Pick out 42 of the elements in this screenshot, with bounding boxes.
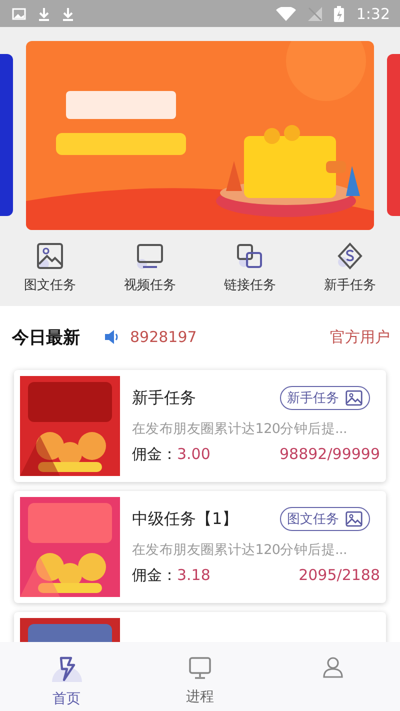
- image-icon: [345, 510, 363, 528]
- task-card[interactable]: 新手任务 新手任务 在发布朋友圈累计达120分钟后提... 佣金：3.00 98892/99999: [14, 370, 386, 482]
- task-title: 中级任务【1】: [132, 508, 238, 530]
- progress-count: 2095/2188: [298, 566, 380, 584]
- speaker-icon: [104, 329, 120, 345]
- announcement-text: 8928197: [130, 328, 197, 346]
- commission-label: 佣金：: [132, 566, 177, 584]
- task-description: 在发布朋友圈累计达120分钟后提...: [132, 541, 348, 559]
- task-tag: 新手任务: [280, 386, 370, 410]
- tab[interactable]: 首页: [0, 642, 134, 711]
- clock: 1:32: [356, 4, 390, 22]
- download-icon: [38, 6, 50, 20]
- commission-label: 佣金：: [132, 445, 177, 463]
- category-button[interactable]: 链接任务: [210, 242, 290, 294]
- download-icon: [62, 6, 74, 20]
- commission-value: 3.18: [177, 566, 210, 584]
- task-card[interactable]: 中级任务【1】 图文任务 在发布朋友圈累计达120分钟后提... 佣金：3.18 2095/2188: [14, 491, 386, 603]
- category-button[interactable]: 新手任务: [310, 242, 390, 294]
- monitor-icon: [136, 242, 164, 270]
- no-signal-icon: [308, 6, 322, 20]
- banner-preview[interactable]: [0, 54, 13, 216]
- tab[interactable]: 进程: [133, 642, 267, 711]
- image-icon: [36, 242, 64, 270]
- person-icon: [322, 656, 344, 678]
- banner-preview[interactable]: [387, 54, 400, 216]
- monitor-icon: [188, 656, 212, 680]
- section-title: 今日最新: [12, 326, 80, 348]
- battery-icon: [334, 6, 344, 22]
- link-icon: [236, 242, 264, 270]
- task-description: 在发布朋友圈累计达120分钟后提...: [132, 420, 348, 438]
- progress-count: 98892/99999: [280, 445, 380, 463]
- image-icon: [345, 389, 363, 407]
- task-title: 新手任务: [132, 388, 196, 408]
- category-button[interactable]: 视频任务: [110, 242, 190, 294]
- category-button[interactable]: 图文任务: [10, 242, 90, 294]
- diamond-coin-icon: [336, 242, 364, 270]
- commission-value: 3.00: [177, 445, 210, 463]
- wifi-icon: [276, 6, 296, 20]
- image-icon: [12, 8, 26, 20]
- lightning-icon: [52, 656, 82, 682]
- task-tag: 图文任务: [280, 507, 370, 531]
- announcement-text: 官方用户: [330, 328, 390, 346]
